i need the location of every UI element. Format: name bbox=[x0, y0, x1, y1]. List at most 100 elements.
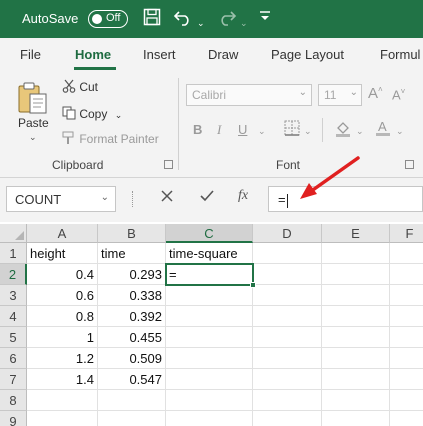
column-header-b[interactable]: B bbox=[98, 224, 166, 243]
cell-c8[interactable] bbox=[166, 390, 253, 411]
cell-f7[interactable] bbox=[390, 369, 423, 390]
cell-a9[interactable] bbox=[27, 411, 98, 426]
cell-d4[interactable] bbox=[253, 306, 322, 327]
cell-a3[interactable]: 0.6 bbox=[27, 285, 98, 306]
fill-color-icon[interactable] bbox=[334, 120, 352, 141]
cell-d2[interactable] bbox=[253, 264, 322, 285]
row-header-3[interactable]: 3 bbox=[0, 285, 27, 306]
cell-b8[interactable] bbox=[98, 390, 166, 411]
cell-d3[interactable] bbox=[253, 285, 322, 306]
copy-button[interactable]: Copy ⌄ bbox=[62, 106, 122, 121]
fill-color-dropdown-icon[interactable]: ⌄ bbox=[356, 126, 364, 137]
cell-a4[interactable]: 0.8 bbox=[27, 306, 98, 327]
row-header-4[interactable]: 4 bbox=[0, 306, 27, 327]
save-icon[interactable] bbox=[143, 8, 161, 32]
formula-bar-grip[interactable] bbox=[132, 191, 134, 207]
cell-f8[interactable] bbox=[390, 390, 423, 411]
row-header-1[interactable]: 1 bbox=[0, 243, 27, 264]
cell-c1[interactable]: time-square bbox=[166, 243, 253, 264]
paste-dropdown-icon[interactable]: ⌄ bbox=[29, 132, 37, 143]
name-box[interactable]: COUNT ⌄ bbox=[6, 186, 116, 212]
cell-e3[interactable] bbox=[322, 285, 390, 306]
bold-icon[interactable]: B bbox=[193, 122, 202, 137]
font-color-dropdown-icon[interactable]: ⌄ bbox=[396, 126, 404, 137]
cell-c9[interactable] bbox=[166, 411, 253, 426]
cell-e6[interactable] bbox=[322, 348, 390, 369]
cell-e9[interactable] bbox=[322, 411, 390, 426]
cell-b2[interactable]: 0.293 bbox=[98, 264, 166, 285]
borders-dropdown-icon[interactable]: ⌄ bbox=[304, 126, 312, 137]
cell-f2[interactable] bbox=[390, 264, 423, 285]
cell-e5[interactable] bbox=[322, 327, 390, 348]
undo-icon[interactable] bbox=[173, 8, 193, 32]
column-header-f[interactable]: F bbox=[390, 224, 423, 243]
cell-f5[interactable] bbox=[390, 327, 423, 348]
cell-c2[interactable]: = bbox=[166, 264, 253, 285]
column-header-d[interactable]: D bbox=[253, 224, 322, 243]
cell-f3[interactable] bbox=[390, 285, 423, 306]
tab-home[interactable]: Home bbox=[75, 47, 111, 62]
enter-icon[interactable] bbox=[199, 189, 215, 207]
cell-a2[interactable]: 0.4 bbox=[27, 264, 98, 285]
cell-a7[interactable]: 1.4 bbox=[27, 369, 98, 390]
column-header-a[interactable]: A bbox=[27, 224, 98, 243]
tab-formulas[interactable]: Formul bbox=[380, 47, 420, 62]
row-header-9[interactable]: 9 bbox=[0, 411, 27, 426]
insert-function-icon[interactable]: fx bbox=[238, 188, 248, 204]
cell-e7[interactable] bbox=[322, 369, 390, 390]
cell-f1[interactable] bbox=[390, 243, 423, 264]
cell-b4[interactable]: 0.392 bbox=[98, 306, 166, 327]
clipboard-launcher-icon[interactable] bbox=[164, 160, 173, 169]
italic-icon[interactable]: I bbox=[217, 122, 221, 138]
row-header-8[interactable]: 8 bbox=[0, 390, 27, 411]
cell-b3[interactable]: 0.338 bbox=[98, 285, 166, 306]
font-name-select[interactable]: Calibri ⌄ bbox=[186, 84, 312, 106]
cell-b7[interactable]: 0.547 bbox=[98, 369, 166, 390]
autosave-toggle[interactable]: Off bbox=[88, 10, 128, 28]
row-header-2[interactable]: 2 bbox=[0, 264, 27, 285]
formula-input[interactable]: = bbox=[268, 186, 423, 212]
cell-b5[interactable]: 0.455 bbox=[98, 327, 166, 348]
customize-toolbar-icon[interactable] bbox=[258, 8, 272, 28]
cell-c6[interactable] bbox=[166, 348, 253, 369]
paste-icon[interactable] bbox=[16, 80, 50, 114]
underline-dropdown-icon[interactable]: ⌄ bbox=[258, 126, 266, 137]
cell-b6[interactable]: 0.509 bbox=[98, 348, 166, 369]
cell-c3[interactable] bbox=[166, 285, 253, 306]
select-all-button[interactable] bbox=[0, 224, 27, 243]
paste-button[interactable]: Paste bbox=[18, 116, 49, 130]
format-painter-button[interactable]: Format Painter bbox=[62, 131, 159, 146]
undo-dropdown-icon[interactable]: ⌄ bbox=[197, 13, 205, 33]
font-color-icon[interactable]: A bbox=[374, 119, 392, 140]
cell-a6[interactable]: 1.2 bbox=[27, 348, 98, 369]
cell-a1[interactable]: height bbox=[27, 243, 98, 264]
cell-d5[interactable] bbox=[253, 327, 322, 348]
cell-d9[interactable] bbox=[253, 411, 322, 426]
cell-c4[interactable] bbox=[166, 306, 253, 327]
row-header-7[interactable]: 7 bbox=[0, 369, 27, 390]
cell-b9[interactable] bbox=[98, 411, 166, 426]
cell-b1[interactable]: time bbox=[98, 243, 166, 264]
cell-f6[interactable] bbox=[390, 348, 423, 369]
cell-d7[interactable] bbox=[253, 369, 322, 390]
fill-handle[interactable] bbox=[250, 282, 256, 288]
tab-draw[interactable]: Draw bbox=[208, 47, 238, 62]
cell-f4[interactable] bbox=[390, 306, 423, 327]
underline-icon[interactable]: U bbox=[238, 122, 247, 137]
increase-font-size-icon[interactable]: A˄ bbox=[368, 85, 383, 102]
tab-page-layout[interactable]: Page Layout bbox=[271, 47, 344, 62]
cell-d6[interactable] bbox=[253, 348, 322, 369]
cell-e8[interactable] bbox=[322, 390, 390, 411]
cell-d1[interactable] bbox=[253, 243, 322, 264]
cell-e2[interactable] bbox=[322, 264, 390, 285]
column-header-e[interactable]: E bbox=[322, 224, 390, 243]
cell-d8[interactable] bbox=[253, 390, 322, 411]
tab-file[interactable]: File bbox=[20, 47, 41, 62]
redo-dropdown-icon[interactable]: ⌄ bbox=[240, 13, 248, 33]
cell-c7[interactable] bbox=[166, 369, 253, 390]
cell-a8[interactable] bbox=[27, 390, 98, 411]
cut-button[interactable]: Cut bbox=[62, 79, 98, 94]
cell-e4[interactable] bbox=[322, 306, 390, 327]
row-header-5[interactable]: 5 bbox=[0, 327, 27, 348]
row-header-6[interactable]: 6 bbox=[0, 348, 27, 369]
